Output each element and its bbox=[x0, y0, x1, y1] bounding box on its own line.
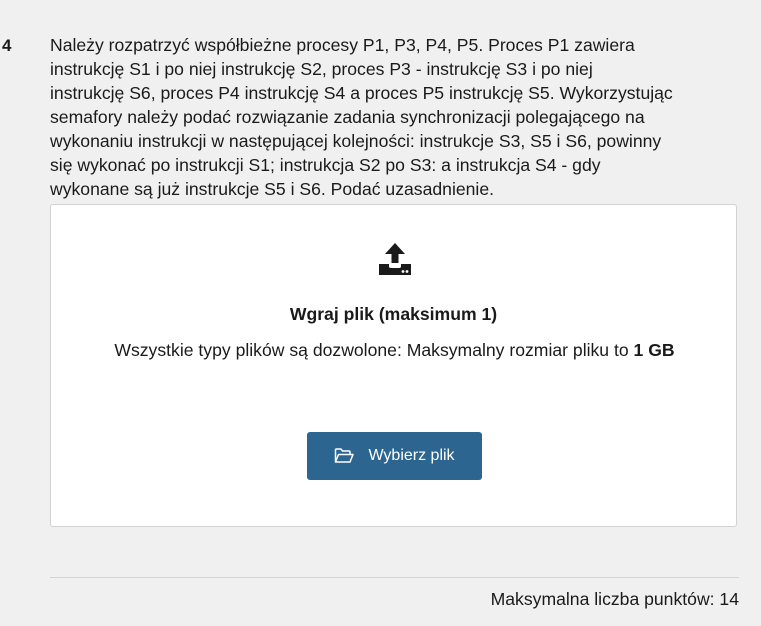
question-number: 4 bbox=[2, 36, 12, 55]
upload-max-size: 1 GB bbox=[633, 340, 675, 360]
choose-file-button[interactable]: Wybierz plik bbox=[307, 432, 482, 480]
choose-file-label: Wybierz plik bbox=[368, 447, 455, 464]
folder-open-icon bbox=[334, 448, 355, 464]
upload-icon bbox=[377, 241, 413, 277]
upload-title: Wgraj plik (maksimum 1) bbox=[289, 304, 498, 324]
divider bbox=[50, 577, 739, 578]
upload-info-text: Wszystkie typy plików są dozwolone: Maks… bbox=[114, 340, 634, 360]
upload-info: Wszystkie typy plików są dozwolone: Maks… bbox=[91, 339, 698, 361]
max-points: Maksymalna liczba punktów: 14 bbox=[490, 589, 739, 609]
file-upload-dropzone[interactable]: Wgraj plik (maksimum 1) Wszystkie typy p… bbox=[50, 204, 737, 527]
question-text: Należy rozpatrzyć współbieżne procesy P1… bbox=[50, 35, 673, 199]
